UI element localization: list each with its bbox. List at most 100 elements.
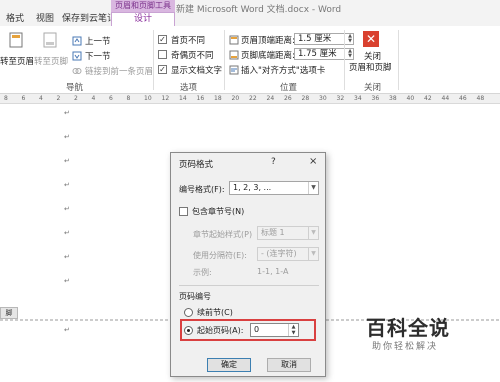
dialog-close-button[interactable]: × — [309, 156, 317, 167]
alignment-tab-icon — [229, 65, 239, 75]
paragraph-mark: ↵ — [64, 229, 70, 237]
ruler-number: 18 — [214, 95, 222, 102]
link-to-previous-label: 链接到前一条页眉 — [85, 67, 154, 77]
horizontal-ruler[interactable]: 8 6 4 2 2 4 6 8 10 12 14 16 18 20 22 24 26 28 30 32 34 36 38 40… — [0, 94, 500, 104]
footer-bottom-distance-input[interactable]: 1.75 厘米 ▲ ▼ — [294, 48, 354, 60]
continue-from-previous-radio[interactable] — [184, 308, 193, 317]
tab-design[interactable]: 设计 — [111, 12, 175, 26]
group-divider — [398, 30, 399, 90]
paragraph-mark: ↵ — [64, 205, 70, 213]
ribbon: 转至页眉 转至页脚 上一节 下一节 链接到前一条页眉 导航 ✓ 首页不同 奇偶页… — [0, 26, 500, 94]
group-position-label: 位置 — [280, 83, 298, 93]
tab-format[interactable]: 格式 — [6, 12, 24, 26]
number-format-label: 编号格式(F): — [179, 185, 225, 194]
tab-view[interactable]: 视图 — [36, 12, 54, 26]
ruler-number: 8 — [126, 95, 131, 102]
ruler-number: 38 — [389, 95, 397, 102]
group-close-label: 关闭 — [364, 83, 382, 93]
ruler-number: 2 — [56, 95, 61, 102]
number-format-value: 1, 2, 3, ... — [233, 183, 272, 192]
first-page-different-label: 首页不同 — [171, 36, 206, 46]
ruler-number: 20 — [231, 95, 240, 102]
chevron-down-icon: ▼ — [308, 248, 318, 260]
ruler-number: 30 — [319, 95, 327, 102]
ruler-number: 6 — [109, 95, 113, 102]
page-numbering-group-label: 页码编号 — [179, 292, 211, 301]
goto-footer-icon — [43, 32, 57, 48]
title-bar: 格式 视图 保存到云笔记 页眉和页脚工具 设计 新建 Microsoft Wor… — [0, 0, 500, 26]
ruler-number: 4 — [91, 95, 96, 102]
link-to-previous-button[interactable]: 链接到前一条页眉 — [72, 65, 154, 77]
header-top-distance-value: 1.5 厘米 — [298, 34, 332, 44]
separator-value: - (连字符) — [261, 249, 297, 258]
paragraph-mark: ↵ — [64, 109, 70, 117]
goto-footer-button[interactable]: 转至页脚 — [34, 30, 68, 70]
ruler-number: 10 — [144, 95, 152, 102]
footer-tag[interactable]: 脚 — [0, 307, 18, 319]
ruler-number: 44 — [441, 95, 450, 102]
first-page-different-checkbox[interactable]: ✓ — [158, 35, 167, 44]
next-section-button[interactable]: 下一节 — [72, 50, 118, 62]
ruler-number: 34 — [354, 95, 362, 102]
document-title: 新建 Microsoft Word 文档.docx - Word — [176, 5, 342, 15]
chevron-down-icon: ▼ — [308, 182, 318, 194]
footer-bottom-distance-value: 1.75 厘米 — [298, 49, 337, 59]
ruler-number: 32 — [336, 95, 345, 102]
tab-save-to-cloud[interactable]: 保存到云笔记 — [62, 12, 116, 26]
goto-header-label: 转至页眉 — [0, 57, 35, 67]
ruler-number: 22 — [249, 95, 257, 102]
header-top-icon — [229, 35, 239, 45]
group-divider — [153, 30, 154, 90]
odd-even-different-checkbox[interactable] — [158, 50, 167, 59]
show-document-text-checkbox[interactable]: ✓ — [158, 65, 167, 74]
group-divider — [344, 30, 345, 90]
next-section-icon — [72, 51, 82, 61]
link-icon — [72, 68, 82, 74]
prev-section-icon — [72, 36, 82, 46]
paragraph-mark: ↵ — [64, 326, 70, 334]
paragraph-mark: ↵ — [64, 157, 70, 165]
close-header-footer-button[interactable]: ✕ 关闭 页眉和页脚 — [349, 28, 395, 78]
help-button[interactable]: ? — [271, 157, 276, 167]
dialog-divider — [179, 285, 319, 286]
separator-label: 使用分隔符(E): — [193, 251, 247, 260]
chapter-style-label: 章节起始样式(P) — [193, 230, 253, 239]
cancel-button[interactable]: 取消 — [267, 358, 311, 372]
continue-from-previous-label: 续前节(C) — [197, 308, 233, 317]
chapter-style-select[interactable]: 标题 1 ▼ — [257, 226, 319, 240]
ruler-number: 26 — [284, 95, 292, 102]
next-section-label: 下一节 — [85, 52, 111, 62]
ruler-number: 40 — [406, 95, 415, 102]
header-top-distance-input[interactable]: 1.5 厘米 ▲ ▼ — [294, 33, 354, 45]
context-tools-header: 页眉和页脚工具 — [111, 0, 175, 12]
ruler-number: 2 — [74, 95, 78, 102]
example-value: 1-1, 1-A — [257, 267, 289, 276]
prev-section-button[interactable]: 上一节 — [72, 35, 118, 47]
show-document-text-label: 显示文档文字 — [171, 66, 223, 76]
page-number-format-dialog: 页码格式 ? × 编号格式(F): 1, 2, 3, ... ▼ 包含章节号(N… — [170, 152, 326, 377]
ok-button[interactable]: 确定 — [207, 358, 251, 372]
footer-bottom-icon — [229, 50, 239, 60]
paragraph-mark: ↵ — [64, 133, 70, 141]
insert-alignment-tab-button[interactable]: 插入"对齐方式"选项卡 — [229, 64, 341, 76]
odd-even-different-label: 奇偶页不同 — [171, 51, 214, 61]
goto-header-button[interactable]: 转至页眉 — [0, 30, 35, 70]
ruler-number: 4 — [39, 95, 43, 102]
group-navigation-label: 导航 — [66, 83, 84, 93]
insert-alignment-tab-label: 插入"对齐方式"选项卡 — [241, 66, 326, 76]
ruler-number: 46 — [459, 95, 467, 102]
highlight-box — [180, 319, 316, 341]
chevron-down-icon: ▼ — [308, 227, 318, 239]
ruler-number: 6 — [21, 95, 26, 102]
number-format-select[interactable]: 1, 2, 3, ... ▼ — [229, 181, 319, 195]
include-chapter-number-checkbox[interactable] — [179, 207, 188, 216]
include-chapter-number-label: 包含章节号(N) — [192, 207, 245, 216]
group-divider — [224, 30, 225, 90]
chapter-style-value: 标题 1 — [261, 228, 285, 237]
header-top-distance-label: 页眉顶端距离: — [241, 36, 295, 46]
example-label: 示例: — [193, 268, 212, 277]
ruler-number: 48 — [476, 95, 485, 102]
separator-select[interactable]: - (连字符) ▼ — [257, 247, 319, 261]
close-icon: ✕ — [363, 31, 379, 47]
ruler-number: 24 — [266, 95, 275, 102]
